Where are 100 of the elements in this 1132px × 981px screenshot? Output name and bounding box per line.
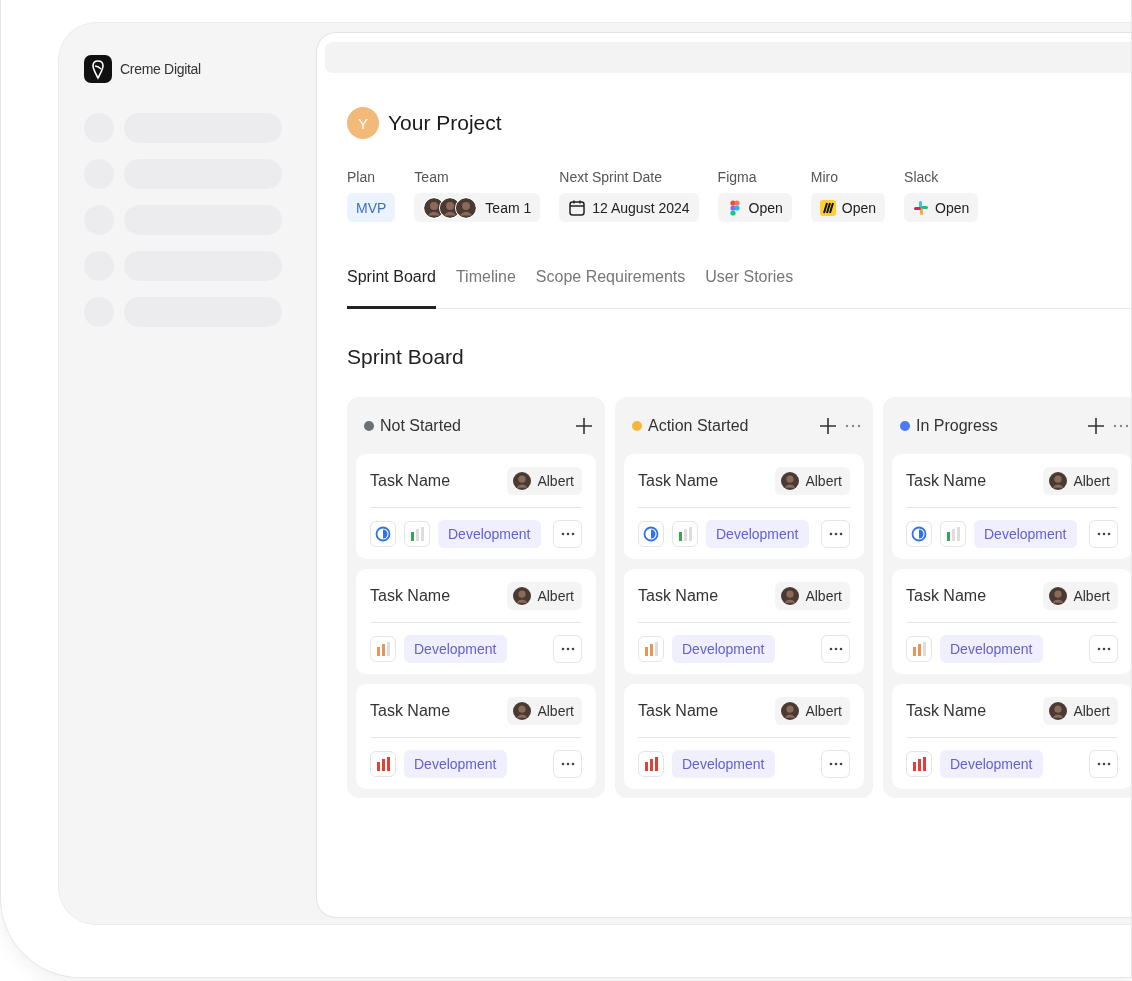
more-icon	[828, 761, 843, 766]
more-icon	[560, 531, 575, 536]
column-title: Action Started	[648, 416, 750, 435]
task-name: Task Name	[638, 471, 719, 490]
field-label: Team	[414, 169, 449, 185]
person-avatar	[781, 471, 800, 490]
plan-badge: MVP	[347, 193, 396, 222]
field-label: Figma	[717, 169, 757, 185]
more-icon	[828, 531, 843, 536]
category-tag: Development	[672, 749, 775, 778]
status-button[interactable]	[370, 520, 396, 547]
assignee-chip[interactable]: Albert	[775, 696, 850, 725]
half-circle-icon	[375, 525, 391, 542]
column-title: In Progress	[916, 416, 999, 435]
priority-button[interactable]	[940, 520, 966, 547]
priority-button[interactable]	[638, 635, 664, 662]
stripes-logo-icon	[819, 199, 836, 216]
assignee-chip[interactable]: Albert	[507, 696, 582, 725]
more-icon	[1096, 531, 1111, 536]
date-chip[interactable]: 12 August 2024	[559, 193, 699, 222]
open-link-button[interactable]: Open	[717, 193, 792, 222]
field-label: Slack	[904, 169, 939, 185]
category-tag: Development	[672, 634, 775, 663]
tab[interactable]: Scope Requirements	[535, 268, 686, 309]
assignee-chip[interactable]: Albert	[507, 581, 582, 610]
task-name: Task Name	[370, 586, 451, 605]
task-card[interactable]: Task Name Albert Development	[892, 569, 1131, 674]
person-avatar	[1049, 471, 1068, 490]
category-tag: Development	[940, 634, 1043, 663]
task-card[interactable]: Task Name Albert Development	[892, 454, 1131, 559]
category-tag: Development	[438, 519, 541, 548]
task-card[interactable]: Task Name Albert Development	[892, 684, 1131, 789]
task-card[interactable]: Task Name Albert Development	[624, 684, 864, 789]
category-tag: Development	[940, 749, 1043, 778]
task-name: Task Name	[906, 701, 987, 720]
priority-button[interactable]	[638, 750, 664, 777]
brand-name: Creme Digital	[120, 61, 201, 77]
field-label: Plan	[347, 169, 376, 185]
task-card[interactable]: Task Name Albert Development	[624, 454, 864, 559]
open-link-button[interactable]: Open	[904, 193, 979, 222]
category-tag: Development	[404, 749, 507, 778]
task-name: Task Name	[906, 586, 987, 605]
priority-button[interactable]	[906, 635, 932, 662]
tab[interactable]: Timeline	[455, 268, 516, 309]
status-button[interactable]	[638, 520, 664, 547]
person-avatar	[1049, 586, 1068, 605]
more-icon	[560, 646, 575, 651]
more-icon	[1096, 646, 1111, 651]
category-tag: Development	[706, 519, 809, 548]
category-tag: Development	[974, 519, 1077, 548]
person-avatar	[513, 701, 532, 720]
section-heading: Sprint Board	[347, 345, 465, 369]
person-avatar	[781, 701, 800, 720]
assignee-chip[interactable]: Albert	[775, 466, 850, 495]
assignee-chip[interactable]: Albert	[1043, 581, 1118, 610]
assignee-chip[interactable]: Albert	[507, 466, 582, 495]
priority-button[interactable]	[906, 750, 932, 777]
category-tag: Development	[404, 634, 507, 663]
task-name: Task Name	[906, 471, 987, 490]
person-avatar	[781, 586, 800, 605]
team-chip[interactable]: Team 1	[414, 193, 541, 222]
task-name: Task Name	[370, 701, 451, 720]
tab[interactable]: Sprint Board	[347, 268, 436, 309]
task-card[interactable]: Task Name Albert Development	[624, 569, 864, 674]
more-icon	[828, 646, 843, 651]
field-label: Next Sprint Date	[559, 169, 662, 185]
open-link-button[interactable]: Open	[810, 193, 886, 222]
plus-icon	[575, 416, 593, 435]
person-avatar	[455, 196, 478, 219]
plus-icon	[819, 416, 837, 435]
field-label: Miro	[810, 169, 839, 185]
person-avatar	[1049, 701, 1068, 720]
priority-button[interactable]	[404, 520, 430, 547]
more-icon	[1096, 761, 1111, 766]
project-title: Your Project	[388, 111, 502, 135]
more-icon	[560, 761, 575, 766]
more-icon	[845, 423, 861, 428]
person-avatar	[513, 586, 532, 605]
half-circle-icon	[911, 525, 927, 542]
task-name: Task Name	[638, 586, 719, 605]
logo-icon	[84, 55, 112, 83]
half-circle-icon	[643, 525, 659, 542]
status-button[interactable]	[906, 520, 932, 547]
task-name: Task Name	[370, 471, 451, 490]
priority-button[interactable]	[370, 750, 396, 777]
task-card[interactable]: Task Name Albert Development	[356, 569, 596, 674]
tab[interactable]: User Stories	[705, 268, 794, 309]
calendar-icon	[568, 198, 587, 217]
project-avatar: Y	[347, 107, 379, 139]
priority-button[interactable]	[370, 635, 396, 662]
assignee-chip[interactable]: Albert	[775, 581, 850, 610]
priority-button[interactable]	[672, 520, 698, 547]
task-card[interactable]: Task Name Albert Development	[356, 454, 596, 559]
more-icon	[1113, 423, 1129, 428]
column-title: Not Started	[380, 416, 462, 435]
plus-icon	[1087, 416, 1105, 435]
task-name: Task Name	[638, 701, 719, 720]
assignee-chip[interactable]: Albert	[1043, 466, 1118, 495]
assignee-chip[interactable]: Albert	[1043, 696, 1118, 725]
task-card[interactable]: Task Name Albert Development	[356, 684, 596, 789]
